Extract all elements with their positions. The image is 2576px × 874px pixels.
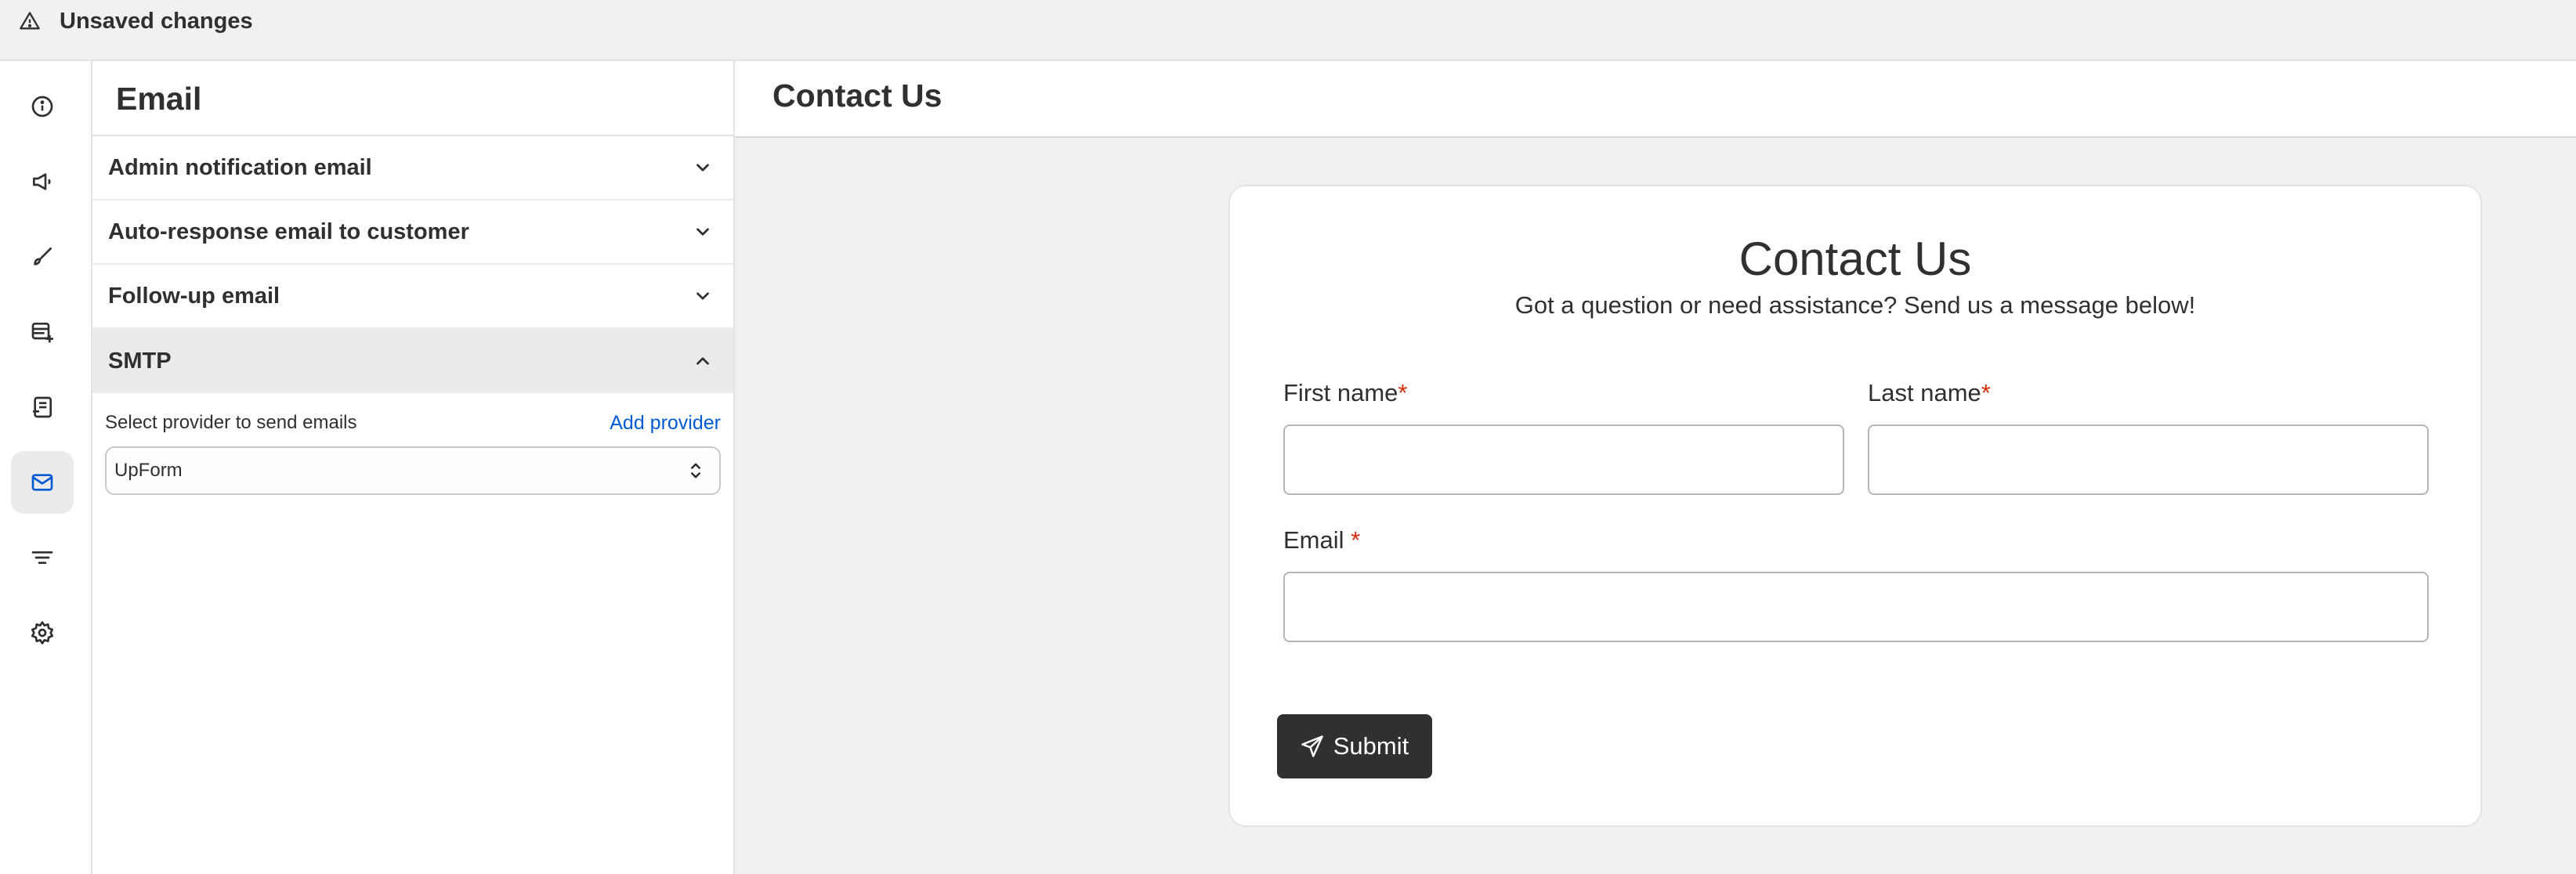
- filter-icon: [31, 551, 53, 564]
- accordion-label: SMTP: [108, 348, 172, 374]
- email-label: Email *: [1283, 526, 1360, 554]
- last-name-label: Last name*: [1868, 379, 1991, 407]
- accordion-auto-response-email[interactable]: Auto-response email to customer: [92, 200, 733, 265]
- send-icon: [1301, 735, 1323, 757]
- required-mark: *: [1398, 379, 1408, 406]
- required-mark: *: [1981, 379, 1991, 406]
- email-field[interactable]: [1283, 572, 2429, 642]
- email-settings-panel: Email Admin notification email Auto-resp…: [92, 61, 735, 874]
- panel-title: Email: [92, 61, 733, 136]
- chevron-down-icon: [696, 228, 709, 236]
- receipt-button[interactable]: [11, 376, 74, 439]
- design-button[interactable]: [11, 226, 74, 288]
- chevron-up-icon: [696, 357, 709, 365]
- provider-select-value: UpForm: [114, 460, 183, 481]
- form-title: Contact Us: [1738, 233, 1972, 285]
- smtp-section-body: Select provider to send emails Add provi…: [92, 393, 733, 495]
- accordion-follow-up-email[interactable]: Follow-up email: [92, 265, 733, 329]
- table-add-icon: [31, 323, 53, 343]
- accordion-label: Admin notification email: [108, 154, 372, 180]
- submit-button[interactable]: Submit: [1277, 714, 1432, 778]
- settings-button[interactable]: [11, 601, 74, 664]
- receipt-icon: [33, 396, 52, 418]
- chevron-down-icon: [696, 292, 709, 300]
- select-arrows-icon: [691, 463, 700, 479]
- add-provider-link[interactable]: Add provider: [610, 412, 721, 435]
- info-button[interactable]: [11, 75, 74, 138]
- submit-label: Submit: [1333, 732, 1409, 760]
- form-card: Contact Us Got a question or need assist…: [1228, 185, 2482, 827]
- last-name-field[interactable]: [1868, 424, 2429, 495]
- accordion-label: Auto-response email to customer: [108, 218, 469, 244]
- accordion-admin-notification-email[interactable]: Admin notification email: [92, 136, 733, 200]
- first-name-field[interactable]: [1283, 424, 1844, 495]
- email-label-text: Email: [1283, 526, 1351, 554]
- table-add-button[interactable]: [11, 301, 74, 363]
- megaphone-icon: [33, 173, 51, 190]
- provider-select[interactable]: UpForm: [105, 446, 721, 495]
- provider-row: Select provider to send emails Add provi…: [105, 409, 721, 437]
- paintbrush-icon: [34, 247, 52, 265]
- email-button[interactable]: [11, 451, 74, 514]
- form-name-header: Contact Us: [735, 61, 2576, 138]
- email-icon: [31, 474, 53, 491]
- first-name-label: First name*: [1283, 379, 1408, 407]
- form-subtitle: Got a question or need assistance? Send …: [1514, 291, 2196, 319]
- megaphone-button[interactable]: [11, 150, 74, 213]
- gear-icon: [31, 621, 53, 645]
- provider-label: Select provider to send emails: [105, 412, 357, 433]
- chevron-down-icon: [696, 164, 709, 172]
- info-icon: [31, 96, 53, 117]
- filter-button[interactable]: [11, 526, 74, 589]
- form-preview-area: Contact Us Contact Us Got a question or …: [735, 61, 2576, 874]
- first-name-label-text: First name: [1283, 379, 1398, 406]
- accordion-smtp[interactable]: SMTP: [92, 329, 733, 393]
- warning-icon: [20, 12, 40, 30]
- accordion-label: Follow-up email: [108, 283, 280, 309]
- required-mark: *: [1351, 526, 1361, 554]
- unsaved-changes-label: Unsaved changes: [60, 8, 253, 34]
- unsaved-changes-bar: Unsaved changes: [0, 0, 2576, 61]
- icon-rail: [0, 61, 92, 874]
- last-name-label-text: Last name: [1868, 379, 1981, 406]
